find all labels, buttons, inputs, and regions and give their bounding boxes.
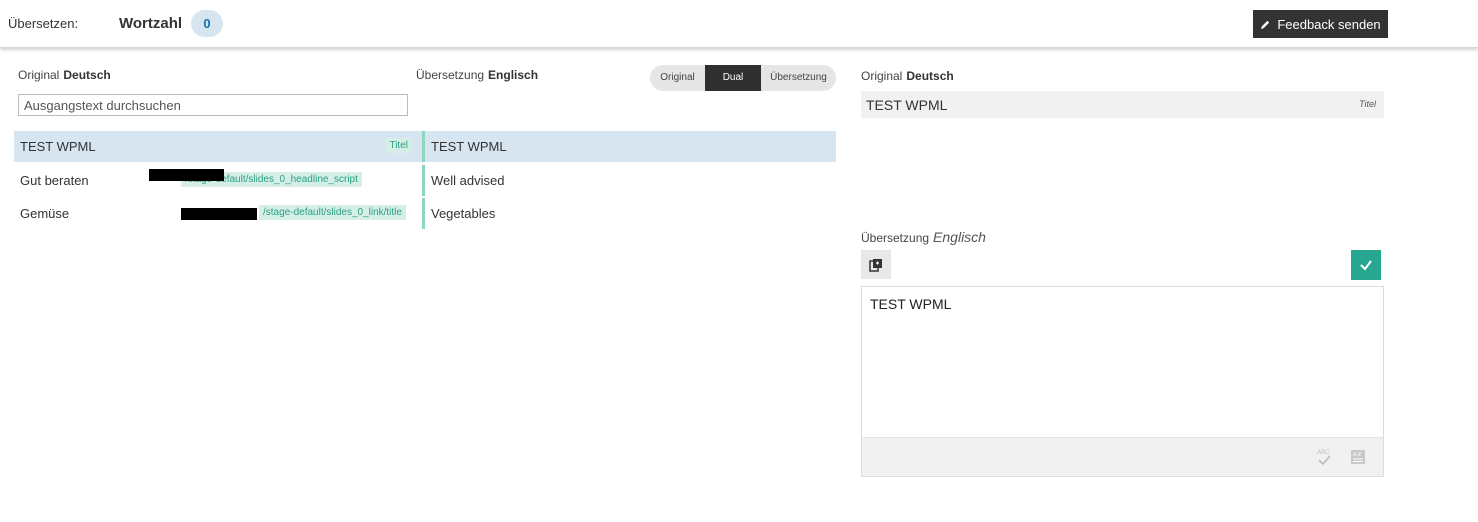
top-bar: Übersetzen: Wortzahl 0 Feedback senden [0,0,1478,48]
spellcheck-icon[interactable]: ABC [1315,448,1333,466]
copy-original-icon [869,258,882,272]
left-original-header: Original Deutsch [18,68,111,82]
segment-tag: Titel [385,138,412,153]
view-original-option[interactable]: Original [650,65,705,91]
left-translation-lang: Englisch [488,68,539,82]
word-count-label: Wortzahl [119,15,183,32]
feedback-button-label: Feedback senden [1277,16,1381,32]
segment-divider [422,131,425,162]
pencil-icon [1261,20,1270,29]
svg-text:A-Z: A-Z [1353,452,1361,458]
segment-target: TEST WPML [431,139,507,154]
segment-row[interactable]: Gut beraten /stage-default/slides_0_head… [14,165,836,196]
view-translation-option[interactable]: Übersetzung [761,65,836,91]
redaction-bar [181,208,257,220]
feedback-button[interactable]: Feedback senden [1253,10,1388,38]
svg-text:ABC: ABC [1317,450,1330,456]
original-text-box: TEST WPML Titel [861,91,1384,118]
segment-target: Well advised [431,173,505,188]
check-icon [1360,260,1372,271]
right-original-label: Original [861,69,903,83]
segment-target: Vegetables [431,206,496,221]
segment-row[interactable]: TEST WPML Titel TEST WPML [14,131,836,162]
segment-source: Gemüse [20,206,70,221]
segment-source: TEST WPML [20,139,96,154]
right-original-lang: Deutsch [906,69,954,83]
right-translation-label: Übersetzung [861,231,930,245]
original-text: TEST WPML [866,97,948,113]
complete-translation-button[interactable] [1351,250,1381,280]
source-search-input[interactable] [18,94,408,116]
right-translation-lang: Englisch [933,229,986,245]
segment-tag: /stage-default/slides_0_link/title [259,205,406,220]
left-translation-label: Übersetzung [416,68,485,82]
original-kind: Titel [1359,99,1376,109]
left-original-label: Original [18,68,60,82]
copy-original-button[interactable] [861,250,891,279]
right-original-header: Original Deutsch [861,69,954,83]
redaction-bar [149,169,224,181]
view-dual-option[interactable]: Dual [705,65,761,91]
view-mode-toggle: Original Dual Übersetzung [650,65,836,91]
segment-divider [422,198,425,229]
editor-toolbar: ABC A-Z [861,437,1384,477]
right-translation-header: Übersetzung Englisch [861,229,986,245]
left-original-lang: Deutsch [63,68,111,82]
segment-row[interactable]: Gemüse /stage-default/slides_0_link/titl… [14,198,836,229]
left-translation-header: Übersetzung Englisch [416,68,538,82]
translate-label: Übersetzen: [8,16,79,31]
segment-divider [422,165,425,196]
glossary-icon[interactable]: A-Z [1349,448,1367,466]
segment-source: Gut beraten [20,173,89,188]
word-count-badge: 0 [191,10,223,37]
translation-editor[interactable]: TEST WPML [861,286,1384,437]
